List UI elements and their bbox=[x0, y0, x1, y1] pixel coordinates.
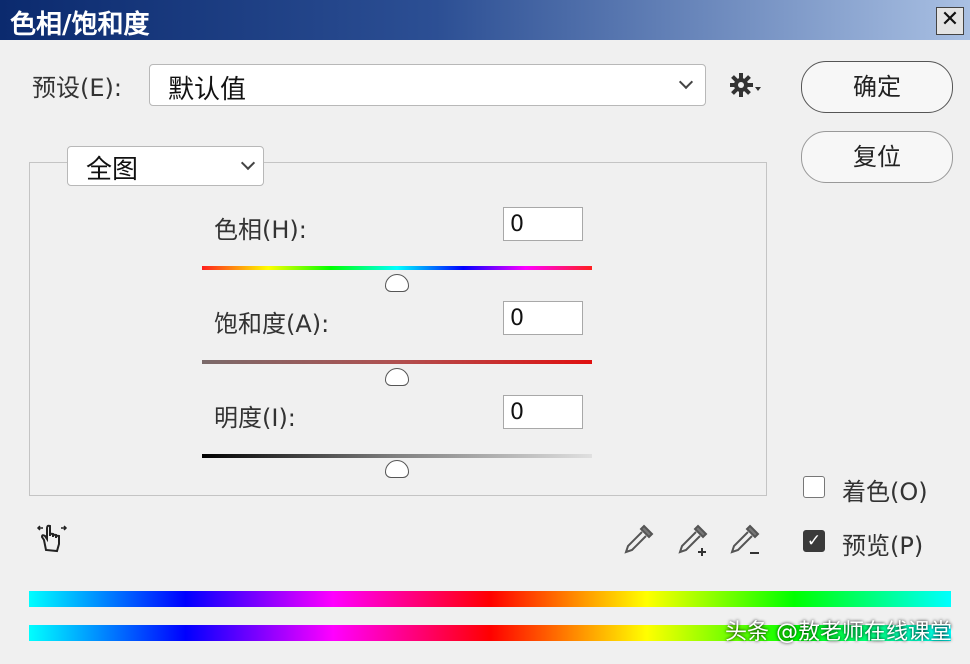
chevron-down-icon bbox=[240, 155, 256, 171]
hand-adjust-icon[interactable] bbox=[36, 520, 70, 558]
channel-value: 全图 bbox=[86, 155, 139, 185]
eyedropper-icon[interactable] bbox=[622, 522, 656, 560]
saturation-slider-track[interactable] bbox=[202, 360, 592, 364]
hue-input[interactable]: 0 bbox=[503, 207, 583, 241]
reset-button[interactable]: 复位 bbox=[801, 131, 953, 183]
close-button[interactable]: ✕ bbox=[936, 7, 964, 35]
eyedropper-plus-icon[interactable] bbox=[676, 522, 712, 562]
lightness-label: 明度(I): bbox=[214, 404, 296, 432]
saturation-slider-thumb[interactable] bbox=[385, 368, 409, 386]
spectrum-bar-top bbox=[29, 591, 951, 607]
hue-slider-track[interactable] bbox=[202, 266, 592, 270]
watermark: 头条 @敖老师在线课堂 bbox=[725, 620, 952, 645]
saturation-label: 饱和度(A): bbox=[214, 310, 330, 338]
preset-value: 默认值 bbox=[168, 75, 247, 105]
preview-label: 预览(P) bbox=[842, 532, 924, 560]
preview-checkbox[interactable]: ✓ bbox=[803, 530, 825, 552]
ok-button[interactable]: 确定 bbox=[801, 61, 953, 113]
channel-dropdown[interactable]: 全图 bbox=[67, 146, 264, 186]
eyedropper-minus-icon[interactable] bbox=[728, 522, 764, 562]
title-bar[interactable]: 色相/饱和度 ✕ bbox=[0, 0, 970, 40]
hue-slider-thumb[interactable] bbox=[385, 274, 409, 292]
colorize-label: 着色(O) bbox=[842, 478, 928, 506]
colorize-checkbox[interactable] bbox=[803, 476, 825, 498]
gear-icon[interactable] bbox=[729, 72, 764, 102]
window-title: 色相/饱和度 bbox=[10, 10, 150, 40]
lightness-slider-thumb[interactable] bbox=[385, 460, 409, 478]
preset-dropdown[interactable]: 默认值 bbox=[149, 64, 706, 106]
preset-label: 预设(E): bbox=[32, 74, 122, 102]
lightness-slider-track[interactable] bbox=[202, 454, 592, 458]
adjustment-group bbox=[29, 162, 767, 496]
saturation-input[interactable]: 0 bbox=[503, 301, 583, 335]
lightness-input[interactable]: 0 bbox=[503, 395, 583, 429]
chevron-down-icon bbox=[678, 74, 694, 90]
hue-label: 色相(H): bbox=[214, 216, 307, 244]
